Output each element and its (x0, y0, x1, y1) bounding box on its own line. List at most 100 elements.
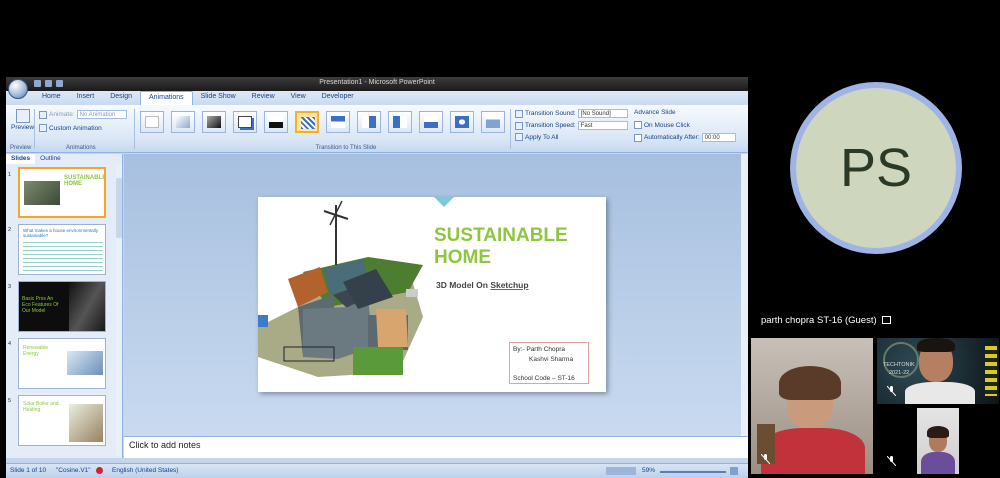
preview-group-label: Preview (10, 145, 32, 151)
slide-thumbnail-4[interactable]: Renewable Energy (18, 338, 106, 389)
slides-scrollbar[interactable] (116, 164, 122, 456)
transitions-group-label: Transition to This Slide (315, 145, 377, 151)
slide-scrollbar[interactable] (741, 154, 748, 436)
slide-thumbnail-5[interactable]: Solar Boiler and Heating (18, 395, 106, 446)
transition-push-down[interactable] (481, 111, 505, 133)
automatically-after-value[interactable]: 00:00 (701, 133, 736, 142)
separator (134, 109, 135, 149)
slide-thumbnail-2[interactable]: What makes a house environmentally susta… (18, 224, 106, 275)
animate-value: No Animation (76, 110, 127, 119)
thumb-title: Renewable Energy (23, 345, 49, 357)
video-tile-participant-4[interactable] (917, 408, 959, 474)
subtitle-sketchup: Sketchup (490, 280, 529, 290)
transition-fade-black[interactable] (202, 111, 226, 133)
animations-group-label: Animations (66, 145, 96, 151)
tab-insert[interactable]: Insert (69, 91, 103, 105)
tab-developer[interactable]: Developer (314, 91, 362, 105)
office-button[interactable] (8, 79, 28, 99)
tab-view[interactable]: View (283, 91, 314, 105)
slides-pane: Slides Outline 1 SUSTAINABLE HOME 2 What… (6, 154, 123, 458)
apply-to-all-label: Apply To All (525, 133, 559, 141)
notes-pane[interactable]: Click to add notes (124, 436, 748, 458)
animate-icon (39, 110, 47, 119)
transition-wipe-down[interactable] (326, 111, 350, 133)
thumb-number: 1 (8, 172, 12, 178)
transition-wipe-right[interactable] (388, 111, 412, 133)
screen: Presentation1 - Microsoft PowerPoint Hom… (0, 0, 1000, 478)
automatically-after-label: Automatically After: (644, 134, 700, 141)
transition-wipe-left[interactable] (357, 111, 381, 133)
transition-box-out[interactable] (450, 111, 474, 133)
tab-animations[interactable]: Animations (140, 91, 193, 105)
zoom-slider[interactable] (660, 471, 726, 473)
current-slide[interactable]: SUSTAINABLE HOME 3D Model On Sketchup By… (258, 197, 606, 392)
preview-icon (15, 109, 30, 123)
transition-speed-control[interactable]: Transition Speed: Fast (515, 121, 628, 130)
thumb-number: 3 (8, 284, 12, 290)
video-tile-participant-2[interactable]: TECHTONIK 2021-22 (877, 338, 999, 404)
shared-screen: Presentation1 - Microsoft PowerPoint Hom… (0, 0, 748, 478)
screen-share-icon (882, 316, 892, 325)
checkbox-icon (634, 133, 642, 142)
transition-sound-label: Transition Sound: (525, 110, 576, 117)
spellcheck-icon[interactable] (96, 467, 103, 474)
mic-off-icon (761, 454, 770, 464)
slide-thumbnail-1[interactable]: SUSTAINABLE HOME (18, 167, 106, 218)
title-bar: Presentation1 - Microsoft PowerPoint (6, 77, 748, 91)
slide-title: SUSTAINABLE HOME (434, 225, 568, 269)
hair-shape (917, 338, 955, 352)
slide-thumbnail-3[interactable]: Basic Pros An Eco Features Of Our Model (18, 281, 106, 332)
separator (510, 109, 511, 149)
transition-none[interactable] (140, 111, 164, 133)
transition-sound-control[interactable]: Transition Sound: [No Sound] (515, 109, 628, 118)
thumb-solar-image (67, 351, 103, 375)
animate-dropdown[interactable]: Animate: No Animation (39, 110, 127, 119)
thumb-title: What makes a house environmentally susta… (23, 228, 99, 238)
background-panel (985, 346, 997, 396)
transition-wipe-up[interactable] (419, 111, 443, 133)
separator (34, 109, 35, 149)
preview-button[interactable]: Preview (11, 109, 34, 131)
thumb-number: 4 (8, 341, 12, 347)
clothing-shape (761, 428, 865, 474)
video-tile-participant-3[interactable] (877, 408, 907, 474)
tab-design[interactable]: Design (102, 91, 140, 105)
ribbon: Preview Preview Animate: No Animation Cu… (6, 105, 748, 153)
transition-dissolve[interactable] (295, 111, 319, 133)
scroll-thumb[interactable] (116, 178, 122, 238)
custom-animation-icon (39, 124, 47, 132)
tab-slides[interactable]: Slides (6, 154, 36, 164)
slide-counter: Slide 1 of 10 (10, 467, 47, 474)
tab-review[interactable]: Review (244, 91, 283, 105)
powerpoint-window: Presentation1 - Microsoft PowerPoint Hom… (6, 77, 748, 478)
automatically-after-checkbox[interactable]: Automatically After: 00:00 (634, 133, 736, 142)
on-mouse-click-checkbox[interactable]: On Mouse Click (634, 121, 690, 129)
undo-icon[interactable] (45, 80, 52, 87)
redo-icon[interactable] (56, 80, 63, 87)
transition-speed-label: Transition Speed: (525, 122, 576, 129)
author-1: By:- Parth Chopra (513, 346, 566, 353)
view-buttons[interactable] (606, 467, 636, 475)
tab-slide-show[interactable]: Slide Show (193, 91, 244, 105)
transition-fade-smooth[interactable] (171, 111, 195, 133)
video-tile-participant-1[interactable] (751, 338, 873, 474)
custom-animation-button[interactable]: Custom Animation (39, 124, 102, 132)
tab-home[interactable]: Home (34, 91, 69, 105)
save-icon[interactable] (34, 80, 41, 87)
apply-all-icon (515, 133, 523, 141)
thumb-boiler-image (69, 404, 103, 442)
advance-slide-title: Advance Slide (634, 109, 676, 116)
fit-slide-icon[interactable] (730, 467, 738, 475)
slide-title-line-1: SUSTAINABLE (434, 225, 568, 246)
clothing-shape (905, 382, 975, 404)
transition-sound-value: [No Sound] (577, 109, 628, 118)
theme-name: "Cosine.V1" (56, 467, 91, 474)
transition-cut-black[interactable] (264, 111, 288, 133)
preview-label: Preview (11, 124, 35, 131)
badge-year: 2021-22 (889, 370, 910, 376)
transition-cut[interactable] (233, 111, 257, 133)
hair-shape (779, 366, 841, 400)
apply-to-all-button[interactable]: Apply To All (515, 133, 558, 141)
status-bar: Slide 1 of 10 "Cosine.V1" English (Unite… (6, 463, 748, 478)
tab-outline[interactable]: Outline (35, 154, 66, 164)
